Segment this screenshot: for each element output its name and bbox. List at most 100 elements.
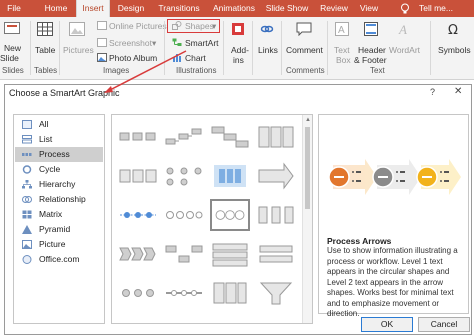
category-picture[interactable]: Picture <box>15 237 103 252</box>
table-icon[interactable] <box>37 22 53 36</box>
symbols-button[interactable]: Symbols <box>438 45 471 55</box>
list-icon <box>22 135 32 144</box>
new-slide-label-line2[interactable]: Slide <box>0 53 19 63</box>
category-relationship[interactable]: Relationship <box>15 192 103 207</box>
preview-description: Use to show information illustrating a p… <box>327 246 458 318</box>
text-box-label-line1[interactable]: Text <box>334 45 350 55</box>
layout-thumbnail-process-list[interactable] <box>256 121 296 153</box>
add-ins-icon[interactable] <box>231 22 245 36</box>
layout-thumbnail-upward-arrow[interactable] <box>118 277 158 309</box>
category-hierarchy[interactable]: Hierarchy <box>15 177 103 192</box>
smartart-button[interactable]: SmartArt <box>185 38 219 48</box>
layout-thumbnail-alternating-flow[interactable] <box>164 238 204 270</box>
photo-album-button[interactable]: Photo Album <box>109 53 157 63</box>
chart-button[interactable]: Chart <box>185 53 206 63</box>
category-label: Picture <box>39 239 66 249</box>
close-button[interactable]: ✕ <box>454 86 462 97</box>
tab-insert[interactable]: Insert <box>76 0 110 17</box>
table-button-label[interactable]: Table <box>35 45 55 55</box>
layout-thumbnail-basic-arrow[interactable] <box>256 160 296 192</box>
layout-thumbnail-chevron-list[interactable] <box>118 238 158 270</box>
relationship-icon <box>22 196 32 203</box>
link-icon[interactable] <box>260 22 274 36</box>
layout-thumbnail-detailed-process[interactable] <box>256 199 296 231</box>
new-slide-icon[interactable] <box>4 22 20 36</box>
help-button[interactable]: ? <box>430 87 435 97</box>
text-box-label-line2[interactable]: Box <box>336 55 351 65</box>
tab-slide-show[interactable]: Slide Show <box>262 0 312 17</box>
pictures-button-label[interactable]: Pictures <box>63 45 94 55</box>
screenshot-chevron-down-icon[interactable]: ▾ <box>152 38 156 49</box>
layout-thumbnail-basic-process[interactable] <box>118 121 158 153</box>
scroll-up-arrow-icon[interactable]: ▲ <box>305 117 311 123</box>
new-slide-label-line1[interactable]: New <box>4 43 21 53</box>
comment-button[interactable]: Comment <box>286 45 323 55</box>
preview-pane: Process Arrows Use to show information i… <box>318 114 469 318</box>
group-label-images: Images <box>103 66 130 75</box>
online-pictures-button[interactable]: Online Pictures <box>109 21 167 31</box>
category-list: All List Process Cycle Hierarchy Relatio… <box>13 114 105 324</box>
photo-album-icon[interactable] <box>97 53 107 62</box>
wordart-icon[interactable]: A <box>398 22 412 36</box>
dialog-title: Choose a SmartArt Graphic <box>9 88 120 98</box>
cancel-button[interactable]: Cancel <box>418 317 470 332</box>
tab-design[interactable]: Design <box>110 0 152 17</box>
layout-thumbnail-segmented-process[interactable] <box>210 238 250 270</box>
category-cycle[interactable]: Cycle <box>15 162 103 177</box>
add-ins-label-line1[interactable]: Add- <box>231 45 249 55</box>
chart-icon[interactable] <box>172 53 182 62</box>
layout-thumbnail-basic-timeline[interactable] <box>164 277 204 309</box>
smartart-icon[interactable] <box>172 38 182 47</box>
tab-animations[interactable]: Animations <box>209 0 259 17</box>
omega-icon[interactable]: Ω <box>447 22 461 36</box>
category-label: List <box>39 134 53 144</box>
category-matrix[interactable]: Matrix <box>15 207 103 222</box>
layout-thumbnail-continuous-block[interactable] <box>210 160 250 192</box>
tab-view[interactable]: View <box>356 0 382 17</box>
wordart-button[interactable]: WordArt <box>389 45 420 55</box>
layout-thumbnail-circle-process[interactable] <box>118 199 158 231</box>
gallery-scrollbar[interactable]: ▲ <box>302 115 312 323</box>
layout-thumbnail-accent-process[interactable] <box>118 160 158 192</box>
group-label-slides: Slides <box>2 66 24 75</box>
group-divider <box>59 21 60 75</box>
category-all[interactable]: All <box>15 117 103 132</box>
layout-thumbnail-repeating-bending[interactable] <box>164 160 204 192</box>
tab-transitions[interactable]: Transitions <box>154 0 204 17</box>
screenshot-button[interactable]: Screenshot <box>109 38 152 48</box>
header-footer-icon[interactable] <box>364 22 378 36</box>
scrollbar-thumb[interactable] <box>305 127 310 209</box>
group-label-illustrations: Illustrations <box>176 66 217 75</box>
layout-thumbnail-staggered-process[interactable] <box>210 121 250 153</box>
group-divider <box>430 21 431 75</box>
category-label: Matrix <box>39 209 63 219</box>
add-ins-label-line2[interactable]: ins <box>233 55 244 65</box>
layout-thumbnail-funnel[interactable] <box>256 277 296 309</box>
layout-thumbnail-process-arrows[interactable] <box>210 199 250 231</box>
layout-thumbnail-interconnected-blocks[interactable] <box>210 277 250 309</box>
group-divider <box>281 21 282 75</box>
tab-home[interactable]: Home <box>36 0 76 17</box>
group-divider <box>327 21 328 75</box>
category-list-item[interactable]: List <box>15 132 103 147</box>
layout-thumbnail-vertical-chevron[interactable] <box>256 238 296 270</box>
tab-file[interactable]: File <box>0 0 28 17</box>
header-footer-label-line2[interactable]: & Footer <box>354 55 387 65</box>
category-office-com[interactable]: Office.com <box>15 252 103 267</box>
tab-review[interactable]: Review <box>318 0 350 17</box>
tell-me-box[interactable]: Tell me... <box>414 0 458 17</box>
category-process[interactable]: Process <box>15 147 103 162</box>
layout-thumbnail-step-up-process[interactable] <box>164 121 204 153</box>
pictures-icon[interactable] <box>69 22 85 36</box>
ribbon-tab-bar: File Home Insert Design Transitions Anim… <box>0 0 474 17</box>
header-footer-label-line1[interactable]: Header <box>358 45 386 55</box>
all-icon <box>22 120 32 129</box>
category-pyramid[interactable]: Pyramid <box>15 222 103 237</box>
screenshot-icon[interactable] <box>97 38 107 47</box>
online-pictures-icon[interactable] <box>97 21 107 30</box>
text-box-icon[interactable]: A <box>335 22 349 36</box>
layout-thumbnail-chevron-chain[interactable] <box>164 199 204 231</box>
comment-icon[interactable] <box>296 22 312 36</box>
links-button[interactable]: Links <box>258 45 278 55</box>
ok-button[interactable]: OK <box>361 317 413 332</box>
